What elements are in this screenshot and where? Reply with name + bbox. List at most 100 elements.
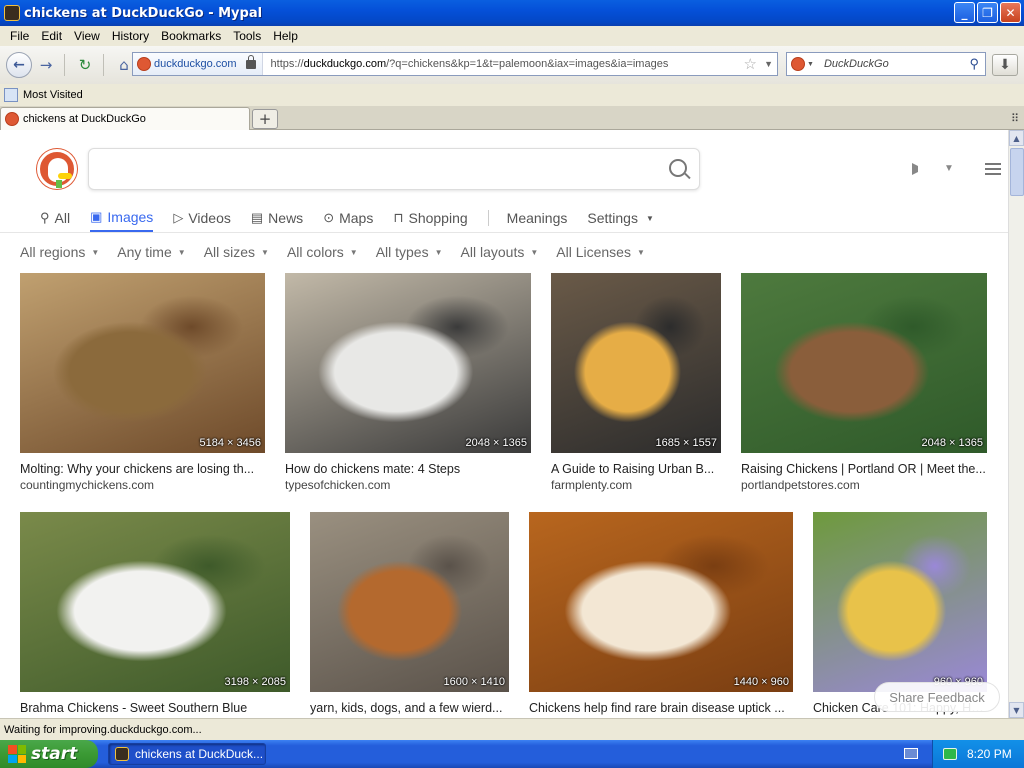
start-button[interactable]: start <box>0 740 98 768</box>
close-button[interactable]: ✕ <box>1000 2 1021 23</box>
result-title[interactable]: A Guide to Raising Urban B... <box>551 462 721 476</box>
image-result[interactable]: 2048 × 1365 How do chickens mate: 4 Step… <box>285 273 531 493</box>
hamburger-menu-icon[interactable] <box>985 163 1001 175</box>
menu-edit[interactable]: Edit <box>35 29 68 43</box>
site-identity-button[interactable]: duckduckgo.com <box>133 53 263 75</box>
menu-view[interactable]: View <box>68 29 106 43</box>
menu-file[interactable]: File <box>4 29 35 43</box>
tab-meanings[interactable]: Meanings <box>507 204 568 232</box>
result-title[interactable]: How do chickens mate: 4 Steps <box>285 462 531 476</box>
result-thumbnail[interactable] <box>285 273 531 453</box>
result-thumbnail[interactable] <box>529 512 793 692</box>
chevron-down-icon: ▼ <box>807 60 814 68</box>
result-thumbnail[interactable] <box>741 273 987 453</box>
filter-label: All types <box>375 244 429 260</box>
filter-sizes[interactable]: All sizes ▼ <box>204 244 269 260</box>
filter-colors[interactable]: All colors ▼ <box>287 244 358 260</box>
result-title[interactable]: Raising Chickens | Portland OR | Meet th… <box>741 462 987 476</box>
reload-button[interactable]: ↻ <box>73 53 97 77</box>
tab-label: News <box>268 210 304 226</box>
image-result[interactable]: 1440 × 960 Chickens help find rare brain… <box>529 512 793 718</box>
result-thumbnail[interactable] <box>813 512 987 692</box>
address-bar[interactable]: duckduckgo.com https://duckduckgo.com/?q… <box>132 52 778 76</box>
bookmark-star-icon[interactable]: ☆ <box>744 55 757 73</box>
result-thumbnail[interactable] <box>20 512 290 692</box>
tab-label: All <box>54 210 71 226</box>
menu-help[interactable]: Help <box>267 29 304 43</box>
tab-label: Maps <box>339 210 374 226</box>
url-dropdown-icon[interactable]: ▼ <box>764 59 773 69</box>
image-result[interactable]: 2048 × 1365 Raising Chickens | Portland … <box>741 273 987 493</box>
search-bar[interactable]: ▼ DuckDuckGo ⚲ <box>786 52 986 76</box>
result-domain[interactable]: countingmychickens.com <box>20 478 154 492</box>
result-title[interactable]: Molting: Why your chickens are losing th… <box>20 462 265 476</box>
new-tab-button[interactable]: + <box>252 109 278 129</box>
result-domain[interactable]: farmplenty.com <box>551 478 632 492</box>
forward-button[interactable]: → <box>34 53 58 77</box>
tab-maps[interactable]: ⊙ Maps <box>323 204 373 232</box>
keyboard-icon[interactable] <box>904 748 918 759</box>
result-title[interactable]: Brahma Chickens - Sweet Southern Blue <box>20 701 290 715</box>
menu-history[interactable]: History <box>106 29 155 43</box>
taskbar-window-button[interactable]: chickens at DuckDuck... <box>108 743 266 765</box>
megaphone-icon[interactable] <box>912 163 930 175</box>
most-visited-bookmark[interactable]: Most Visited <box>23 89 83 101</box>
menu-tools[interactable]: Tools <box>227 29 267 43</box>
result-domain[interactable]: typesofchicken.com <box>285 478 390 492</box>
news-icon: ▤ <box>250 210 264 225</box>
downloads-button[interactable]: ⬇ <box>992 54 1018 76</box>
result-domain[interactable]: portlandpetstores.com <box>741 478 860 492</box>
result-thumbnail[interactable] <box>551 273 721 453</box>
page-scrollbar[interactable]: ▲ ▼ <box>1008 130 1024 718</box>
tab-shopping[interactable]: ⊓ Shopping <box>393 204 467 232</box>
network-icon[interactable] <box>943 748 957 760</box>
browser-app-icon <box>115 747 129 761</box>
search-icon[interactable] <box>669 159 687 177</box>
result-title[interactable]: Chickens help find rare brain disease up… <box>529 701 793 715</box>
result-title[interactable]: yarn, kids, dogs, and a few wierd... <box>310 701 509 715</box>
search-icon[interactable]: ⚲ <box>969 56 979 72</box>
bookmark-folder-icon <box>4 88 18 102</box>
scrollbar-thumb[interactable] <box>1010 148 1024 196</box>
search-engine-selector[interactable]: ▼ <box>787 57 814 71</box>
status-text: Waiting for improving.duckduckgo.com... <box>4 723 202 736</box>
duckduckgo-favicon-icon <box>137 57 151 71</box>
clock[interactable]: 8:20 PM <box>967 747 1012 761</box>
tab-favicon-icon <box>5 112 19 126</box>
filter-types[interactable]: All types ▼ <box>376 244 443 260</box>
url-text[interactable]: https://duckduckgo.com/?q=chickens&kp=1&… <box>263 58 669 70</box>
image-result[interactable]: 1685 × 1557 A Guide to Raising Urban B..… <box>551 273 721 493</box>
filter-layouts[interactable]: All layouts ▼ <box>461 244 539 260</box>
maximize-button[interactable]: ❐ <box>977 2 998 23</box>
browser-tab-active[interactable]: chickens at DuckDuckGo <box>0 107 250 130</box>
tab-label: Videos <box>188 210 231 226</box>
toolbar-separator <box>103 54 104 76</box>
menu-bookmarks[interactable]: Bookmarks <box>155 29 227 43</box>
tab-label: Shopping <box>408 210 468 226</box>
minimize-button[interactable]: _ <box>954 2 975 23</box>
filter-licenses[interactable]: All Licenses ▼ <box>556 244 645 260</box>
tab-settings[interactable]: Settings ▼ <box>587 204 654 232</box>
tab-images[interactable]: ▣ Images <box>90 204 154 232</box>
chevron-down-icon[interactable]: ▼ <box>944 163 954 174</box>
duckduckgo-logo[interactable] <box>37 149 77 189</box>
result-thumbnail[interactable] <box>20 273 265 453</box>
share-feedback-button[interactable]: Share Feedback <box>874 682 1000 712</box>
tab-list-icon[interactable]: ⠿ <box>1011 112 1019 125</box>
filter-time[interactable]: Any time ▼ <box>117 244 185 260</box>
ddg-search-input[interactable] <box>88 148 700 190</box>
reload-icon: ↻ <box>78 56 92 74</box>
tab-news[interactable]: ▤ News <box>251 204 303 232</box>
image-result[interactable]: 1600 × 1410 yarn, kids, dogs, and a few … <box>310 512 509 718</box>
back-button[interactable]: ← <box>6 52 32 78</box>
logo-tie <box>56 180 62 188</box>
image-result[interactable]: 5184 × 3456 Molting: Why your chickens a… <box>20 273 265 493</box>
tab-all[interactable]: ⚲ All <box>40 204 70 232</box>
image-result[interactable]: 3198 × 2085 Brahma Chickens - Sweet Sout… <box>20 512 290 718</box>
result-thumbnail[interactable] <box>310 512 509 692</box>
scroll-up-icon[interactable]: ▲ <box>1009 130 1024 146</box>
tab-videos[interactable]: ▷ Videos <box>173 204 231 232</box>
image-icon: ▣ <box>90 209 103 224</box>
filter-regions[interactable]: All regions ▼ <box>20 244 99 260</box>
scroll-down-icon[interactable]: ▼ <box>1009 702 1024 718</box>
